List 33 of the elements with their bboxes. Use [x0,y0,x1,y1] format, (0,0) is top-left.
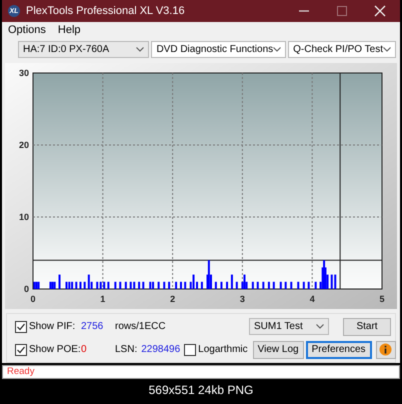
checkbox-label: Show POE: [29,344,81,355]
poe-value: 0 [81,344,88,355]
x-tick-label: 2 [170,294,176,304]
menu-item[interactable]: Help [58,24,81,36]
status-text: Ready [7,366,34,377]
dropdown[interactable]: SUM1 Test [249,318,329,335]
view-log-button[interactable]: View Log [252,340,304,358]
unit-label: rows/1ECC [115,320,166,333]
y-tick-label: 0 [24,284,29,294]
x-tick-label: 5 [380,294,384,304]
checkbox[interactable]: Logarthmic [184,344,248,356]
dropdown[interactable]: Q-Check PI/PO Test [288,41,396,58]
x-tick-label: 0 [30,294,36,304]
x-tick-label: 3 [240,294,245,304]
checkbox-label: Show PIF: [29,321,76,332]
menu-item[interactable]: Options [8,24,46,36]
dropdown[interactable]: HA:7 ID:0 PX-760A [18,41,150,58]
y-tick-label: 30 [18,68,29,78]
checkbox-label: Logarthmic [198,344,248,355]
x-tick-label: 1 [100,294,106,304]
y-tick-label: 10 [18,212,29,222]
checkbox[interactable]: Show POE: [15,344,81,356]
checkbox[interactable]: Show PIF: [15,320,81,332]
image-caption: 569x551 24kb PNG [148,383,254,397]
lsn-label: LSN: [115,343,138,356]
y-tick-label: 20 [18,140,29,150]
start-button[interactable]: Start [343,318,391,336]
preferences-button[interactable]: Preferences [306,340,372,358]
dropdown[interactable]: DVD Diagnostic Functions [151,41,286,58]
lsn-value: 2298496 [141,344,180,355]
window-title: PlexTools Professional XL V3.16 [26,5,186,17]
pif-value: 2756 [81,321,104,332]
x-tick-label: 4 [310,294,315,304]
